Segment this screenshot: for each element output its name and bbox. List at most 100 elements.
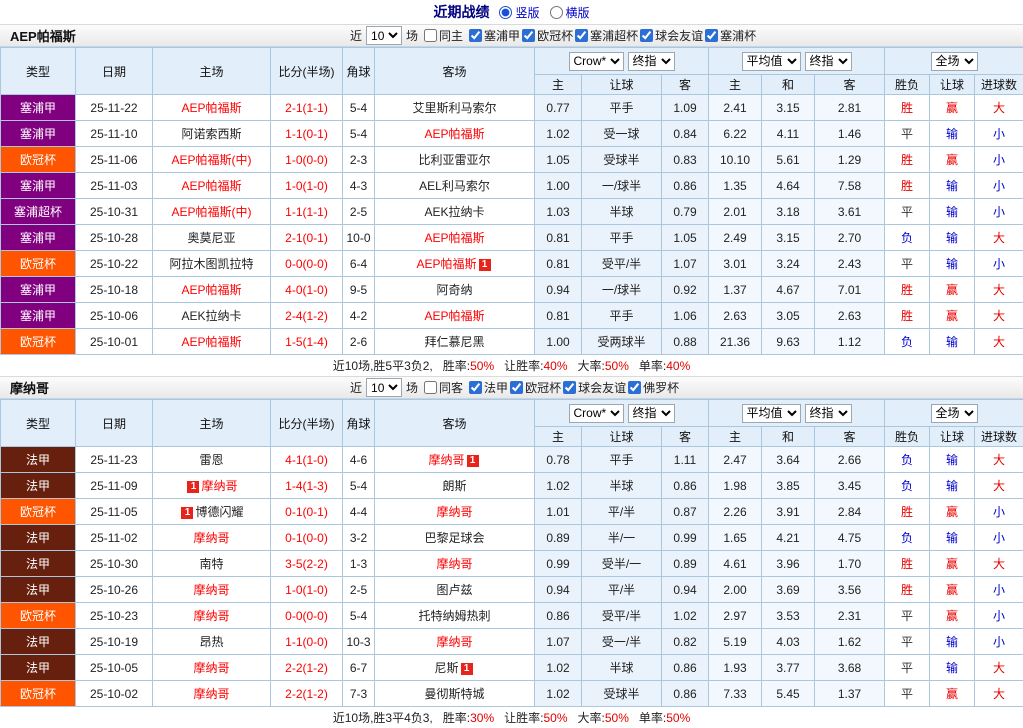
team-name: AEP帕福斯 <box>424 127 484 141</box>
odds1-home-cell: 1.05 <box>535 147 582 173</box>
col-odds1-handicap: 让球 <box>582 427 662 447</box>
league-type-cell: 欧冠杯 <box>1 499 76 525</box>
odds2-source-select[interactable]: 平均值 <box>742 52 801 71</box>
same-venue-input[interactable] <box>424 29 437 42</box>
league-filter-塞浦超杯[interactable]: 塞浦超杯 <box>575 27 638 44</box>
record-summary: 近10场,胜5平3负2,胜率:50%让胜率:40%大率:50%单率:40% <box>0 355 1023 376</box>
result-handicap-cell: 输 <box>930 251 975 277</box>
team-name: AEP帕福斯(中) <box>171 205 251 219</box>
away-team-cell: 比利亚雷亚尔 <box>375 147 535 173</box>
league-checkbox-input[interactable] <box>640 29 653 42</box>
match-count-select[interactable]: 10 <box>366 26 402 45</box>
odds2-draw-cell: 3.91 <box>762 499 815 525</box>
team-title: AEP帕福斯 <box>10 26 350 45</box>
games-label: 场 <box>406 27 418 44</box>
team-name: 图卢兹 <box>436 583 472 597</box>
odds2-away-cell: 2.63 <box>815 303 885 329</box>
result-scope-select[interactable]: 全场 <box>931 404 978 423</box>
league-checkbox-input[interactable] <box>575 29 588 42</box>
odds1-source-select[interactable]: Crow* <box>569 52 624 71</box>
odds2-kind-select[interactable]: 终指 <box>805 52 852 71</box>
result-goals-cell: 大 <box>975 551 1023 577</box>
odds1-kind-select[interactable]: 终指 <box>628 52 675 71</box>
away-team-cell: AEP帕福斯 <box>375 225 535 251</box>
odds1-handicap-cell: 受半/一 <box>582 551 662 577</box>
col-odds1-away: 客 <box>662 75 709 95</box>
corner-cell: 4-3 <box>343 173 375 199</box>
league-checkbox-input[interactable] <box>628 381 641 394</box>
match-row: 法甲25-10-26摩纳哥1-0(1-0)2-5图卢兹0.94平/半0.942.… <box>1 577 1023 603</box>
league-checkbox-input[interactable] <box>522 29 535 42</box>
league-checkbox-input[interactable] <box>705 29 718 42</box>
col-odds1-handicap: 让球 <box>582 75 662 95</box>
odds2-away-cell: 1.12 <box>815 329 885 355</box>
same-venue-input[interactable] <box>424 381 437 394</box>
league-filter-球会友谊[interactable]: 球会友谊 <box>640 27 703 44</box>
same-venue-checkbox[interactable]: 同主 <box>424 27 463 44</box>
league-checkbox-input[interactable] <box>469 381 482 394</box>
odds2-home-cell: 1.65 <box>709 525 762 551</box>
odds2-source-select[interactable]: 平均值 <box>742 404 801 423</box>
league-filter-法甲[interactable]: 法甲 <box>469 379 508 396</box>
odds1-handicap-cell: 平手 <box>582 447 662 473</box>
odds1-away-cell: 0.94 <box>662 577 709 603</box>
section-header-bar: 摩纳哥 近 10 场 同客 法甲欧冠杯球会友谊佛罗杯 <box>0 376 1023 399</box>
league-checkbox-input[interactable] <box>563 381 576 394</box>
team-name: 尼斯 <box>434 661 458 675</box>
league-filter-欧冠杯[interactable]: 欧冠杯 <box>510 379 561 396</box>
vertical-radio-input[interactable] <box>499 6 512 19</box>
odds1-handicap-cell: 平/半 <box>582 499 662 525</box>
odds1-away-cell: 1.09 <box>662 95 709 121</box>
result-outcome-cell: 胜 <box>885 147 930 173</box>
odds1-kind-select[interactable]: 终指 <box>628 404 675 423</box>
odds2-away-cell: 7.01 <box>815 277 885 303</box>
odds2-home-cell: 2.26 <box>709 499 762 525</box>
odds1-header: Crow*终指 <box>535 400 709 427</box>
team-name: AEK拉纳卡 <box>181 309 241 323</box>
match-row: 塞浦甲25-10-28奥莫尼亚2-1(0-1)10-0AEP帕福斯0.81平手1… <box>1 225 1023 251</box>
score-cell: 0-0(0-0) <box>271 251 343 277</box>
league-checkbox-input[interactable] <box>469 29 482 42</box>
score-cell: 2-4(1-2) <box>271 303 343 329</box>
league-checkbox-input[interactable] <box>510 381 523 394</box>
odds1-source-select[interactable]: Crow* <box>569 404 624 423</box>
odds2-draw-cell: 3.05 <box>762 303 815 329</box>
horizontal-radio-input[interactable] <box>550 6 563 19</box>
result-goals-cell: 小 <box>975 629 1023 655</box>
match-row: 欧冠杯25-10-01AEP帕福斯1-5(1-4)2-6拜仁慕尼黑1.00受两球… <box>1 329 1023 355</box>
result-goals-cell: 大 <box>975 277 1023 303</box>
score-cell: 2-2(1-2) <box>271 655 343 681</box>
league-filter-塞浦杯[interactable]: 塞浦杯 <box>705 27 756 44</box>
same-venue-checkbox[interactable]: 同客 <box>424 379 463 396</box>
result-outcome-cell: 胜 <box>885 173 930 199</box>
match-date-cell: 25-11-23 <box>76 447 153 473</box>
result-scope-select[interactable]: 全场 <box>931 52 978 71</box>
odds2-kind-select[interactable]: 终指 <box>805 404 852 423</box>
odds1-handicap-cell: 受平/半 <box>582 603 662 629</box>
league-type-cell: 法甲 <box>1 577 76 603</box>
league-filter-欧冠杯[interactable]: 欧冠杯 <box>522 27 573 44</box>
league-checkbox-label: 法甲 <box>484 379 508 396</box>
away-team-cell: AEK拉纳卡 <box>375 199 535 225</box>
league-filter-塞浦甲[interactable]: 塞浦甲 <box>469 27 520 44</box>
match-count-select[interactable]: 10 <box>366 378 402 397</box>
odds1-handicap-cell: 受球半 <box>582 147 662 173</box>
odds2-draw-cell: 3.85 <box>762 473 815 499</box>
col-odds1-home: 主 <box>535 427 582 447</box>
recent-results-table: 类型 日期 主场 比分(半场) 角球 客场 Crow*终指 平均值终指 全场 主… <box>0 399 1023 707</box>
radio-vertical[interactable]: 竖版 <box>499 4 539 21</box>
summary-part: 胜率: <box>443 709 470 726</box>
result-outcome-cell: 平 <box>885 603 930 629</box>
team-name: 阿奇纳 <box>436 283 472 297</box>
col-type: 类型 <box>1 400 76 447</box>
league-type-cell: 塞浦超杯 <box>1 199 76 225</box>
radio-horizontal[interactable]: 横版 <box>550 4 590 21</box>
odds1-handicap-cell: 半球 <box>582 199 662 225</box>
corner-cell: 5-4 <box>343 603 375 629</box>
league-filter-佛罗杯[interactable]: 佛罗杯 <box>628 379 679 396</box>
league-filter-球会友谊[interactable]: 球会友谊 <box>563 379 626 396</box>
odds2-draw-cell: 3.18 <box>762 199 815 225</box>
odds2-draw-cell: 4.21 <box>762 525 815 551</box>
home-team-cell: 摩纳哥 <box>153 603 271 629</box>
match-row: 欧冠杯25-10-22阿拉木图凯拉特0-0(0-0)6-4AEP帕福斯10.81… <box>1 251 1023 277</box>
